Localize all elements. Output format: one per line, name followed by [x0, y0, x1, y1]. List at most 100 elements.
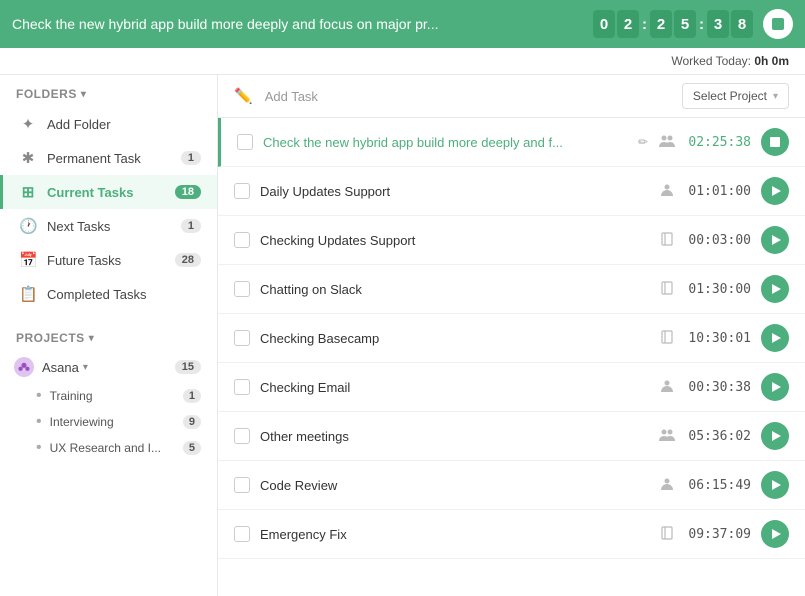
task-row[interactable]: Checking Basecamp 10:30:01: [218, 314, 805, 363]
play-task-button[interactable]: [761, 177, 789, 205]
play-icon: [772, 529, 781, 539]
play-task-button[interactable]: [761, 324, 789, 352]
task-row[interactable]: Daily Updates Support 01:01:00: [218, 167, 805, 216]
add-task-label: Add Task: [265, 89, 318, 104]
training-label: Training: [50, 389, 183, 403]
task-name: Checking Updates Support: [260, 233, 648, 248]
active-task-title: Check the new hybrid app build more deep…: [12, 16, 577, 32]
digit-2: 2: [650, 10, 672, 38]
permanent-task-icon: ✱: [19, 149, 37, 167]
main-content: Folders ▾ ✦ Add Folder ✱ Permanent Task …: [0, 75, 805, 596]
projects-label: Projects: [16, 331, 85, 345]
play-task-button[interactable]: [761, 520, 789, 548]
stop-icon: [772, 18, 784, 30]
stop-task-button[interactable]: [761, 128, 789, 156]
ux-label: UX Research and I...: [50, 441, 183, 455]
sidebar-item-add-folder[interactable]: ✦ Add Folder: [0, 107, 217, 141]
sub-item-interviewing[interactable]: • Interviewing 9: [0, 409, 217, 435]
next-tasks-badge: 1: [181, 219, 201, 233]
future-tasks-badge: 28: [175, 253, 201, 267]
sub-item-training[interactable]: • Training 1: [0, 383, 217, 409]
training-badge: 1: [183, 389, 201, 403]
sidebar-item-future-tasks[interactable]: 📅 Future Tasks 28: [0, 243, 217, 277]
top-bar: Check the new hybrid app build more deep…: [0, 0, 805, 48]
task-row[interactable]: Check the new hybrid app build more deep…: [218, 118, 805, 167]
person-icon: [658, 183, 676, 200]
play-icon: [772, 382, 781, 392]
worked-today-value: 0h 0m: [754, 54, 789, 68]
worked-today-bar: Worked Today: 0h 0m: [0, 48, 805, 75]
sidebar-item-completed-tasks[interactable]: 📋 Completed Tasks: [0, 277, 217, 311]
task-time: 00:30:38: [686, 380, 751, 395]
book-icon: [658, 232, 676, 249]
next-tasks-label: Next Tasks: [47, 219, 181, 234]
add-folder-icon: ✦: [19, 115, 37, 133]
interviewing-bullet-icon: •: [36, 414, 42, 430]
digit-3: 5: [674, 10, 696, 38]
task-time: 00:03:00: [686, 233, 751, 248]
task-time: 10:30:01: [686, 331, 751, 346]
ux-bullet-icon: •: [36, 440, 42, 456]
project-asana[interactable]: Asana ▾ 15: [0, 351, 217, 383]
task-row[interactable]: Checking Email 00:30:38: [218, 363, 805, 412]
task-name: Emergency Fix: [260, 527, 648, 542]
task-row[interactable]: Chatting on Slack 01:30:00: [218, 265, 805, 314]
timer-display: 0 2 : 2 5 : 3 8: [593, 10, 753, 38]
asana-badge: 15: [175, 360, 201, 374]
task-name: Checking Basecamp: [260, 331, 648, 346]
task-checkbox[interactable]: [234, 428, 250, 444]
edit-icon: ✏️: [234, 87, 253, 105]
task-checkbox[interactable]: [234, 526, 250, 542]
current-tasks-label: Current Tasks: [47, 185, 175, 200]
task-row[interactable]: Checking Updates Support 00:03:00: [218, 216, 805, 265]
task-time: 05:36:02: [686, 429, 751, 444]
play-task-button[interactable]: [761, 373, 789, 401]
sidebar-item-current-tasks[interactable]: ⊞ Current Tasks 18: [0, 175, 217, 209]
current-tasks-icon: ⊞: [19, 183, 37, 201]
digit-4: 3: [707, 10, 729, 38]
select-project-chevron-icon: ▾: [773, 91, 778, 102]
task-row[interactable]: Emergency Fix 09:37:09: [218, 510, 805, 559]
edit-pen-icon: ✏: [638, 135, 648, 149]
task-checkbox[interactable]: [234, 330, 250, 346]
play-task-button[interactable]: [761, 422, 789, 450]
play-icon: [772, 186, 781, 196]
task-checkbox[interactable]: [234, 477, 250, 493]
task-name: Code Review: [260, 478, 648, 493]
task-row[interactable]: Other meetings 05:36:02: [218, 412, 805, 461]
play-task-button[interactable]: [761, 275, 789, 303]
asana-label: Asana: [42, 360, 79, 375]
sidebar-item-permanent-task[interactable]: ✱ Permanent Task 1: [0, 141, 217, 175]
projects-chevron-icon: ▾: [89, 333, 95, 344]
play-icon: [772, 431, 781, 441]
sidebar-item-next-tasks[interactable]: 🕐 Next Tasks 1: [0, 209, 217, 243]
sub-item-ux-research[interactable]: • UX Research and I... 5: [0, 435, 217, 461]
task-checkbox[interactable]: [234, 232, 250, 248]
task-time: 01:30:00: [686, 282, 751, 297]
task-time: 09:37:09: [686, 527, 751, 542]
task-time: 01:01:00: [686, 184, 751, 199]
add-task-button[interactable]: Add Task: [265, 89, 682, 104]
folders-label: Folders: [16, 87, 77, 101]
ux-badge: 5: [183, 441, 201, 455]
task-checkbox[interactable]: [237, 134, 253, 150]
book-icon: [658, 281, 676, 298]
play-task-button[interactable]: [761, 226, 789, 254]
folders-section-header: Folders ▾: [0, 75, 217, 107]
play-task-button[interactable]: [761, 471, 789, 499]
play-icon: [772, 480, 781, 490]
add-folder-label: Add Folder: [47, 117, 201, 132]
task-checkbox[interactable]: [234, 379, 250, 395]
future-tasks-icon: 📅: [19, 251, 37, 269]
task-checkbox[interactable]: [234, 281, 250, 297]
digit-1: 2: [617, 10, 639, 38]
colon-1: :: [642, 16, 647, 33]
task-row[interactable]: Code Review 06:15:49: [218, 461, 805, 510]
people-icon: [658, 428, 676, 445]
task-checkbox[interactable]: [234, 183, 250, 199]
digit-0: 0: [593, 10, 615, 38]
stop-button[interactable]: [763, 9, 793, 39]
select-project-button[interactable]: Select Project ▾: [682, 83, 789, 109]
projects-section-header: Projects ▾: [0, 319, 217, 351]
completed-tasks-label: Completed Tasks: [47, 287, 201, 302]
